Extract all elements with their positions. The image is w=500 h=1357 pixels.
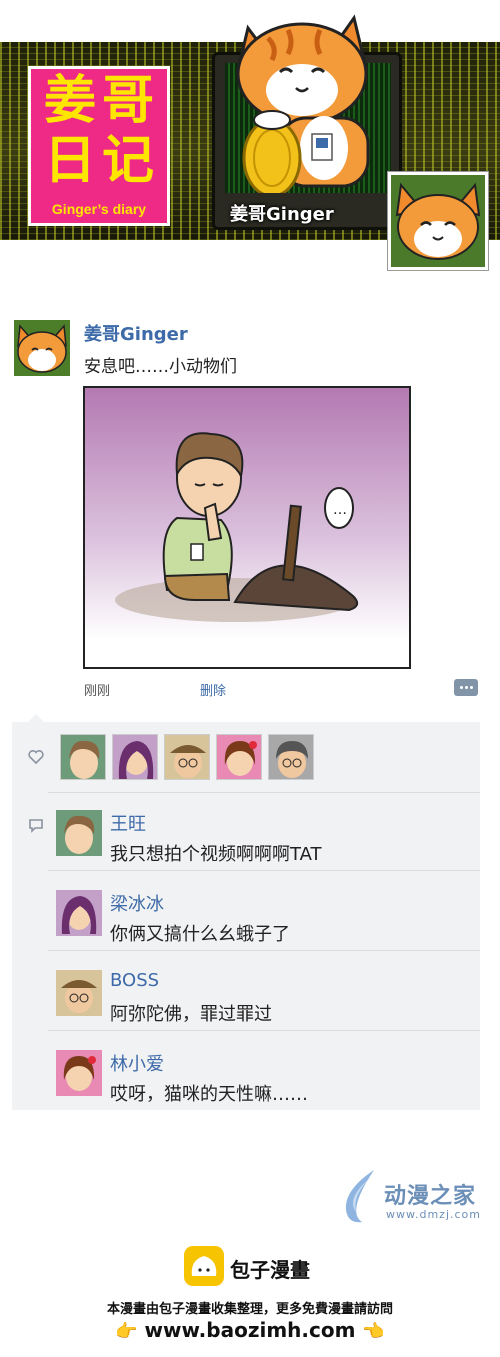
divider — [48, 792, 480, 793]
post-author-name[interactable]: 姜哥Ginger — [84, 320, 188, 346]
dot-icon — [470, 686, 473, 689]
cat-avatar-icon — [395, 182, 481, 260]
commenter-avatar[interactable] — [56, 810, 102, 856]
delete-post-link[interactable]: 删除 — [200, 680, 226, 699]
divider — [48, 1030, 480, 1031]
diary-logo: 姜哥日记 Ginger’s diary — [28, 66, 170, 226]
commenter-name[interactable]: 王旺 — [110, 810, 146, 836]
comment-text: 我只想拍个视频啊啊啊TAT — [110, 844, 322, 865]
like-avatar-grandma[interactable] — [268, 734, 314, 780]
commenter-name[interactable]: BOSS — [110, 970, 159, 991]
like-avatar-boss[interactable] — [164, 734, 210, 780]
divider — [48, 950, 480, 951]
ginger-cat-mascot — [235, 14, 370, 193]
logo-title: 姜哥日记 — [43, 71, 160, 191]
commenter-avatar[interactable] — [56, 1050, 102, 1096]
dmzj-logo-icon — [345, 1170, 374, 1223]
comment-icon — [29, 819, 43, 833]
like-avatar-liang-bingbing[interactable] — [112, 734, 158, 780]
commenter-avatar[interactable] — [56, 970, 102, 1016]
likes-row — [12, 722, 480, 792]
commenter-avatar[interactable] — [56, 890, 102, 936]
interaction-panel: 王旺 我只想拍个视频啊啊啊TAT 梁冰冰 你俩又搞什么幺蛾子了 BOSS 阿弥陀… — [12, 722, 480, 1110]
dmzj-brand-name: 动漫之家 — [384, 1184, 477, 1209]
cat-avatar-icon — [17, 324, 67, 373]
bubble-text: … — [333, 502, 347, 518]
profile-avatar-large[interactable] — [387, 171, 489, 271]
baozi-note: 本漫畫由包子漫畫收集整理，更多免費漫畫請訪問 — [106, 1302, 393, 1317]
logo-subtitle: Ginger’s diary — [51, 201, 147, 217]
comment-text: 你俩又搞什么幺蛾子了 — [110, 924, 290, 945]
post-author-avatar[interactable] — [14, 320, 70, 376]
dot-icon — [465, 686, 468, 689]
panel-pointer — [28, 714, 44, 722]
comment-menu-button[interactable] — [454, 679, 478, 696]
baozi-url-row: 👉 www.baozimh.com 👈 — [0, 1318, 500, 1342]
baozi-brand-name: 包子漫畫 — [230, 1258, 310, 1282]
baozi-logo-icon — [184, 1246, 224, 1286]
divider — [48, 870, 480, 871]
comment-text: 哎呀，猫咪的天性嘛…… — [110, 1084, 308, 1105]
post-text: 安息吧……小动物们 — [84, 357, 237, 377]
like-avatar-wang-wang[interactable] — [60, 734, 106, 780]
banner-caption: 姜哥Ginger — [230, 204, 334, 225]
comment-text: 阿弥陀佛，罪过罪过 — [110, 1004, 272, 1025]
pointing-left-icon: 👈 — [362, 1321, 385, 1342]
comment-item[interactable]: 林小爱 哎呀，猫咪的天性嘛…… — [48, 1042, 480, 1122]
post-comic-image[interactable]: … — [83, 386, 411, 669]
pointing-right-icon: 👉 — [115, 1321, 138, 1342]
baozi-url[interactable]: www.baozimh.com — [145, 1318, 356, 1342]
like-avatar-lin-xiaoai[interactable] — [216, 734, 262, 780]
commenter-name[interactable]: 梁冰冰 — [110, 890, 164, 916]
heart-icon — [28, 750, 44, 764]
dmzj-url[interactable]: www.dmzj.com — [386, 1208, 481, 1221]
dot-icon — [460, 686, 463, 689]
praying-man-illustration: … — [115, 432, 359, 622]
commenter-name[interactable]: 林小爱 — [110, 1050, 164, 1076]
post-timestamp: 刚刚 — [84, 684, 111, 699]
